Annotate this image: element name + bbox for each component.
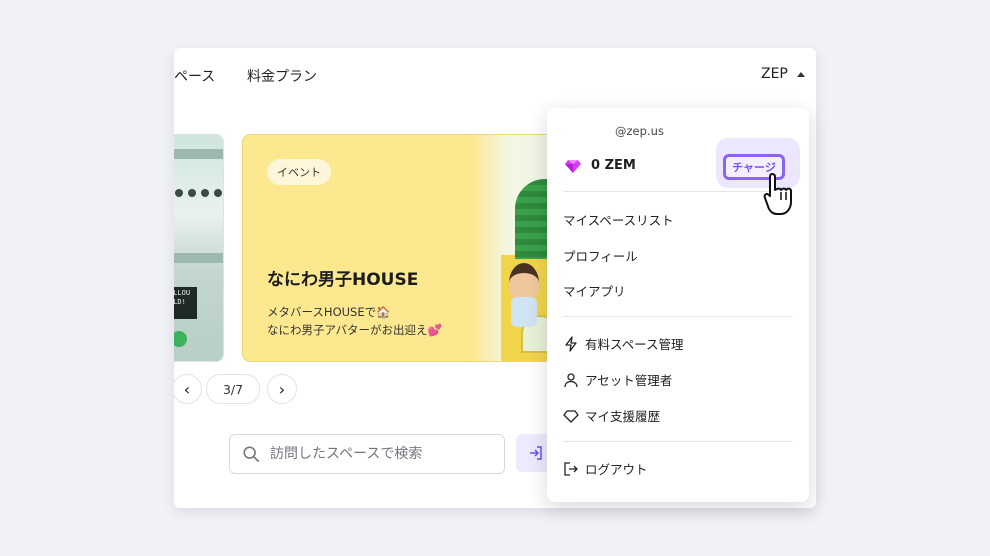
login-icon (530, 446, 542, 460)
menu-asset-manager[interactable]: アセット管理者 (563, 370, 672, 389)
carousel-page-counter: 3/7 (206, 374, 260, 404)
menu-item-label: マイアプリ (563, 284, 626, 299)
account-label: ZEP (761, 66, 788, 82)
event-badge: イベント (267, 159, 331, 185)
window-dots-decoration (175, 189, 222, 197)
event-card[interactable]: イベント なにわ男子HOUSE メタバースHOUSEで🏠 なにわ男子アバターがお… (242, 134, 584, 362)
carousel-next-button[interactable]: › (267, 374, 297, 404)
menu-item-label: 有料スペース管理 (585, 337, 684, 352)
space-card-previous[interactable]: ALLOU RLD! (174, 134, 224, 362)
divider (563, 441, 793, 442)
gem-icon (565, 159, 581, 173)
event-desc-line-1: メタバースHOUSEで🏠 (267, 305, 391, 319)
divider (563, 191, 793, 192)
search-icon (243, 446, 260, 463)
lightning-icon (565, 335, 577, 352)
menu-paid-space-management[interactable]: 有料スペース管理 (563, 334, 684, 353)
menu-my-support-history[interactable]: マイ支援履歴 (563, 406, 660, 425)
menu-profile[interactable]: プロフィール (563, 246, 638, 265)
menu-my-apps[interactable]: マイアプリ (563, 281, 626, 300)
menu-item-label: マイスペースリスト (563, 213, 674, 228)
chevron-left-icon: ‹ (183, 379, 191, 399)
zem-balance-text: 0 ZEM (591, 158, 636, 173)
caret-up-icon (796, 71, 805, 77)
event-description: メタバースHOUSEで🏠 なにわ男子アバターがお出迎え💕 (267, 303, 442, 339)
search-input[interactable] (268, 445, 492, 463)
person-icon (564, 372, 578, 387)
menu-item-label: マイ支援履歴 (585, 409, 661, 424)
event-desc-line-2: なにわ男子アバターがお出迎え💕 (267, 323, 442, 337)
menu-my-space-list[interactable]: マイスペースリスト (563, 210, 674, 229)
zem-balance: 0 ZEM (565, 158, 636, 173)
hand-pointer-cursor-icon (763, 173, 792, 215)
nav-spaces[interactable]: ペース (174, 66, 215, 86)
menu-logout[interactable]: ログアウト (563, 459, 648, 478)
diamond-outline-icon (563, 409, 579, 423)
space-search-box[interactable] (229, 434, 505, 474)
account-email: @zep.us (615, 124, 664, 138)
carousel-prev-button[interactable]: ‹ (174, 374, 202, 404)
account-dropdown: @zep.us 0 ZEM チャージ マイスペースリスト プロフィール マイアプ… (547, 108, 809, 502)
account-menu-toggle[interactable]: ZEP (761, 66, 805, 82)
menu-item-label: アセット管理者 (585, 373, 673, 388)
card-sign: ALLOU RLD! (174, 287, 197, 319)
menu-item-label: プロフィール (563, 249, 638, 264)
event-title: なにわ男子HOUSE (267, 270, 419, 290)
chevron-right-icon: › (278, 379, 286, 399)
menu-item-label: ログアウト (585, 462, 648, 477)
plant-decoration (174, 331, 187, 347)
nav-pricing[interactable]: 料金プラン (247, 66, 317, 86)
divider (563, 316, 793, 317)
logout-icon (564, 461, 578, 476)
